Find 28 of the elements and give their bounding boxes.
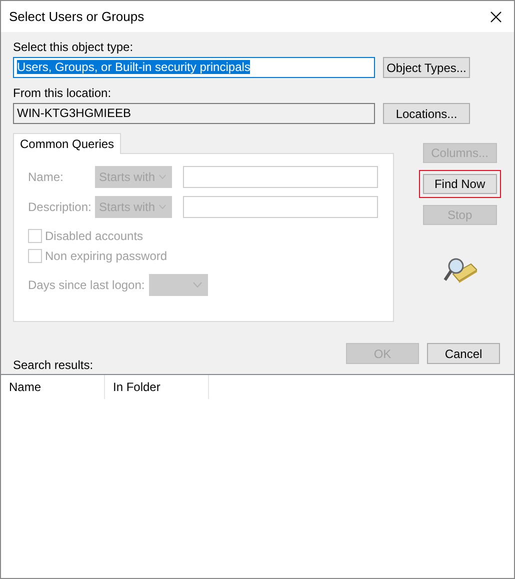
side-button[interactable]: Find Now bbox=[422, 174, 497, 194]
query-input[interactable] bbox=[183, 196, 378, 218]
query-input[interactable] bbox=[183, 166, 378, 188]
dialog-button[interactable]: Cancel bbox=[427, 343, 500, 364]
days-dropdown[interactable] bbox=[148, 274, 208, 296]
query-label: Description: bbox=[28, 200, 92, 214]
locations-button[interactable]: Locations... bbox=[383, 103, 470, 124]
chevron-icon bbox=[192, 282, 202, 288]
column-header[interactable]: Name bbox=[1, 375, 105, 399]
field-label: Select this object type: bbox=[13, 40, 134, 54]
checkbox[interactable] bbox=[28, 248, 42, 262]
window-title: Select Users or Groups bbox=[9, 9, 144, 24]
chevron-icon bbox=[159, 174, 166, 180]
magnifier-icon bbox=[442, 256, 477, 284]
field-label: From this location: bbox=[13, 86, 112, 100]
query-label: Days since last logon: bbox=[28, 278, 145, 292]
checkbox-label: Disabled accounts bbox=[45, 228, 144, 242]
query-label: Name: bbox=[28, 170, 64, 184]
location-field: WIN-KTG3HGMIEEB bbox=[13, 103, 375, 124]
object-types-button[interactable]: Object Types... bbox=[383, 57, 470, 78]
chevron-icon bbox=[159, 204, 166, 210]
checkbox-label: Non expiring password bbox=[45, 248, 168, 262]
close-icon[interactable] bbox=[490, 10, 502, 22]
tab[interactable]: Common Queries bbox=[13, 133, 122, 154]
column-header[interactable]: In Folder bbox=[105, 375, 209, 399]
results-label: Search results: bbox=[13, 358, 94, 372]
object-type-field[interactable]: Users, Groups, or Built-in security principals bbox=[13, 57, 375, 78]
checkbox[interactable] bbox=[28, 228, 42, 242]
